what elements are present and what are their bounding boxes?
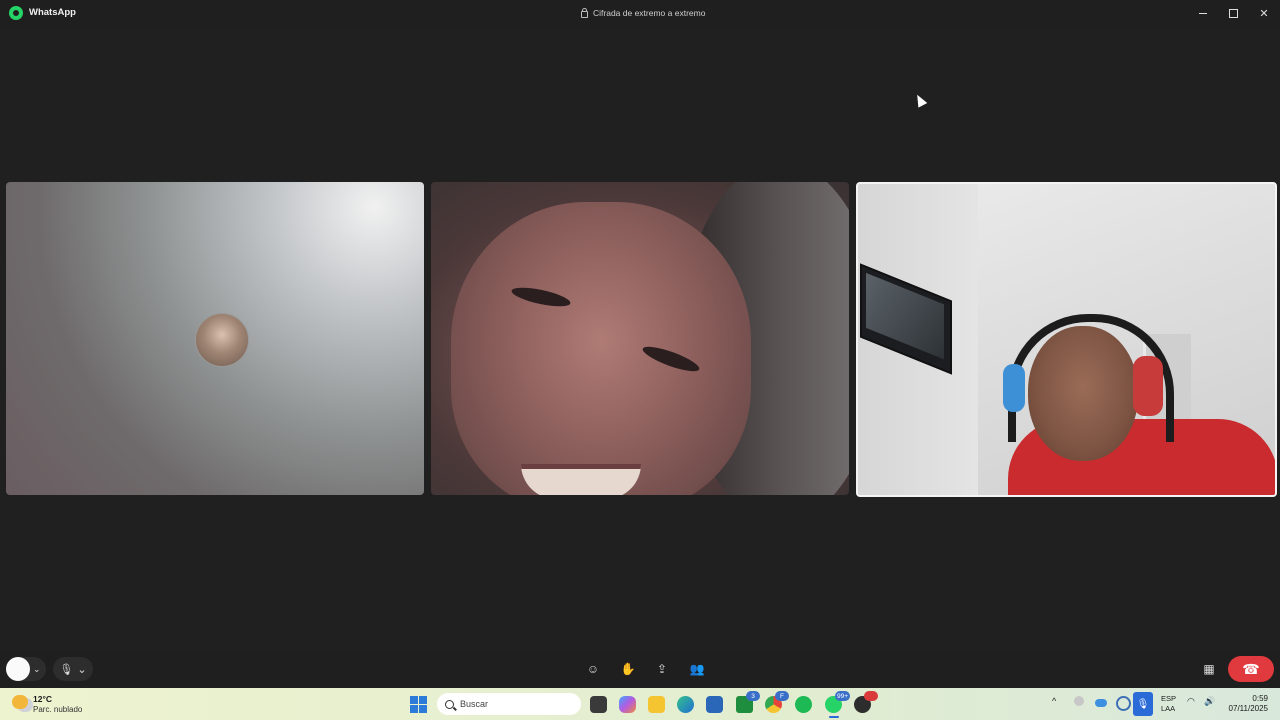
lock-icon (581, 7, 588, 18)
self-video-tile[interactable] (856, 182, 1277, 497)
emoji-icon: ☺ (586, 662, 600, 676)
video-detail (640, 342, 702, 376)
search-placeholder: Buscar (460, 699, 489, 709)
microphone-icon: 🎙 (1136, 698, 1150, 710)
notification-dot (864, 691, 878, 701)
profile-badge: F (775, 691, 789, 701)
volume-icon[interactable]: 🔊 (1204, 696, 1215, 707)
layout-button[interactable]: ▦ (1198, 659, 1220, 679)
participant-tile-1[interactable] (6, 182, 424, 495)
camera-toggle-button[interactable]: ⌄ (6, 657, 46, 681)
share-screen-button[interactable]: ⇪ (651, 659, 673, 679)
video-detail (1028, 326, 1138, 461)
add-participant-button[interactable]: 👥 (686, 659, 708, 679)
onedrive-icon[interactable] (1095, 699, 1107, 707)
search-icon (445, 699, 454, 709)
mouse-cursor-icon (912, 92, 928, 108)
weather-description: Parc. nublado (33, 705, 83, 714)
taskbar: 12°C Parc. nublado Buscar 3 F 99+ ^ 🎙 ES… (0, 688, 1280, 720)
whatsapp-logo-icon (9, 6, 23, 20)
taskbar-search[interactable]: Buscar (437, 693, 581, 715)
people-icon: 👥 (689, 662, 705, 676)
minimize-button[interactable] (1188, 0, 1218, 27)
windows-logo-icon (410, 705, 418, 713)
call-controls: ⌄ 🎙 ⌄ ☺ ✋ ⇪ 👥 ▦ ☎ (0, 652, 1280, 688)
partly-cloudy-icon (12, 695, 28, 709)
active-app-indicator (829, 716, 839, 718)
raise-hand-button[interactable]: ✋ (617, 659, 639, 679)
show-hidden-icons-button[interactable]: ^ (1052, 696, 1056, 706)
participant-avatar (195, 313, 249, 367)
system-clock[interactable]: 0:59 07/11/2025 (1224, 694, 1268, 714)
microphone-toggle-button[interactable]: 🎙 ⌄ (53, 657, 93, 681)
encryption-indicator: Cifrada de extremo a extremo (581, 7, 706, 18)
xbox-icon[interactable]: 3 (736, 691, 760, 713)
notification-badge: 3 (746, 691, 760, 701)
maximize-button[interactable] (1218, 0, 1248, 27)
video-detail (1133, 356, 1163, 416)
microsoft-store-icon[interactable] (706, 696, 723, 713)
input-language-indicator[interactable]: ESP LAA (1161, 694, 1176, 714)
wifi-icon[interactable]: ◠ (1187, 696, 1195, 707)
video-detail (1003, 364, 1025, 412)
clock-date: 07/11/2025 (1228, 704, 1268, 713)
minimize-icon (1199, 13, 1207, 14)
share-screen-icon: ⇪ (656, 662, 668, 676)
microphone-icon: 🎙 (59, 663, 74, 676)
encryption-label: Cifrada de extremo a extremo (593, 8, 706, 18)
video-detail (521, 464, 641, 495)
windows-logo-icon (419, 705, 427, 713)
start-button[interactable] (410, 696, 427, 713)
end-call-button[interactable]: ☎ (1228, 656, 1274, 682)
app-title: WhatsApp (29, 7, 76, 18)
close-icon: ✕ (1259, 8, 1269, 20)
chrome-icon[interactable]: F (765, 691, 789, 713)
hand-icon: ✋ (620, 662, 636, 676)
tray-app-icon[interactable] (1074, 696, 1084, 706)
microphone-in-use-icon[interactable]: 🎙 (1133, 692, 1153, 716)
sync-icon[interactable] (1116, 696, 1131, 711)
windows-logo-icon (419, 696, 427, 704)
camera-icon (6, 657, 30, 681)
title-bar: WhatsApp Cifrada de extremo a extremo ✕ (0, 0, 1280, 27)
language-code: ESP (1161, 694, 1177, 703)
whatsapp-taskbar-icon[interactable]: 99+ (825, 691, 851, 713)
grid-icon: ▦ (1203, 662, 1215, 676)
reactions-button[interactable]: ☺ (582, 659, 604, 679)
video-detail (510, 283, 572, 311)
notification-badge: 99+ (835, 691, 851, 701)
weather-temperature: 12°C (33, 694, 52, 704)
participant-video (451, 202, 751, 495)
participant-tile-2[interactable] (431, 182, 849, 495)
clock-time: 0:59 (1252, 694, 1268, 703)
copilot-icon[interactable] (619, 696, 636, 713)
spotify-icon[interactable] (795, 696, 812, 713)
edge-icon[interactable] (677, 696, 694, 713)
app-icon[interactable] (854, 691, 878, 713)
chevron-down-icon[interactable]: ⌄ (77, 663, 86, 676)
task-view-icon[interactable] (590, 696, 607, 713)
maximize-icon (1228, 9, 1238, 18)
chevron-down-icon[interactable]: ⌄ (33, 664, 41, 675)
keyboard-layout: LAA (1161, 704, 1176, 713)
file-explorer-icon[interactable] (648, 696, 665, 713)
close-button[interactable]: ✕ (1249, 0, 1279, 27)
phone-hangup-icon: ☎ (1242, 660, 1260, 677)
windows-logo-icon (410, 696, 418, 704)
